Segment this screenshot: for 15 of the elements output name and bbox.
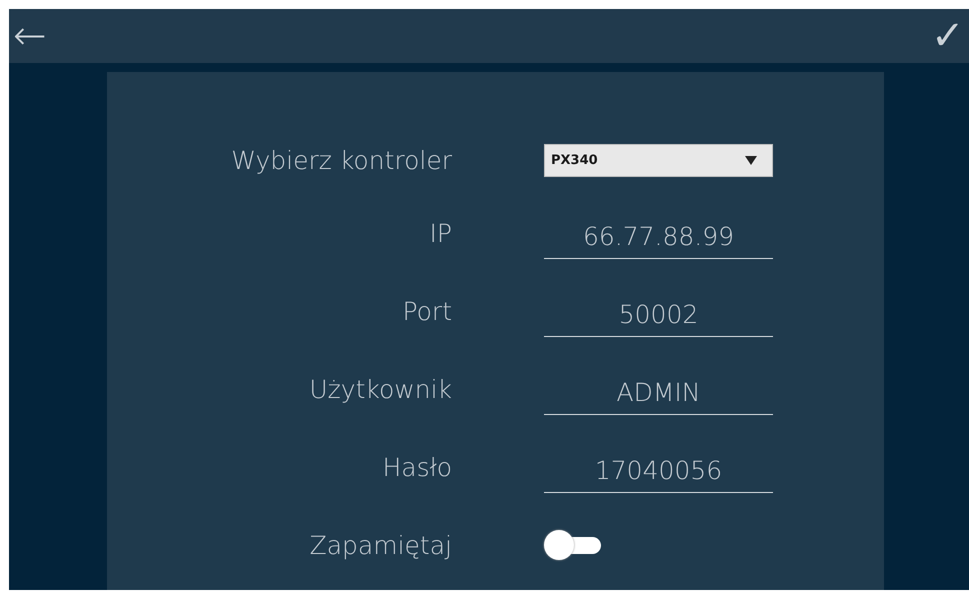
- toggle-switch[interactable]: [544, 530, 600, 560]
- confirm-button[interactable]: ✓: [927, 16, 969, 56]
- caret-icon: [745, 156, 757, 164]
- input-field[interactable]: 17040056: [544, 449, 773, 493]
- input-field[interactable]: ADMIN: [544, 371, 773, 415]
- input-field[interactable]: 50002: [544, 293, 773, 337]
- field-label: Port: [402, 296, 452, 326]
- field-label: Użytkownik: [309, 374, 452, 404]
- field-label: IP: [430, 218, 452, 248]
- field-label: Wybierz kontroler: [231, 146, 452, 174]
- field-label: Zapamiętaj: [310, 530, 452, 560]
- input-field[interactable]: 66.77.88.99: [544, 215, 773, 259]
- back-button[interactable]: ←: [9, 16, 51, 56]
- controller-dropdown[interactable]: PX340: [544, 144, 773, 176]
- field-label: Hasło: [382, 452, 452, 482]
